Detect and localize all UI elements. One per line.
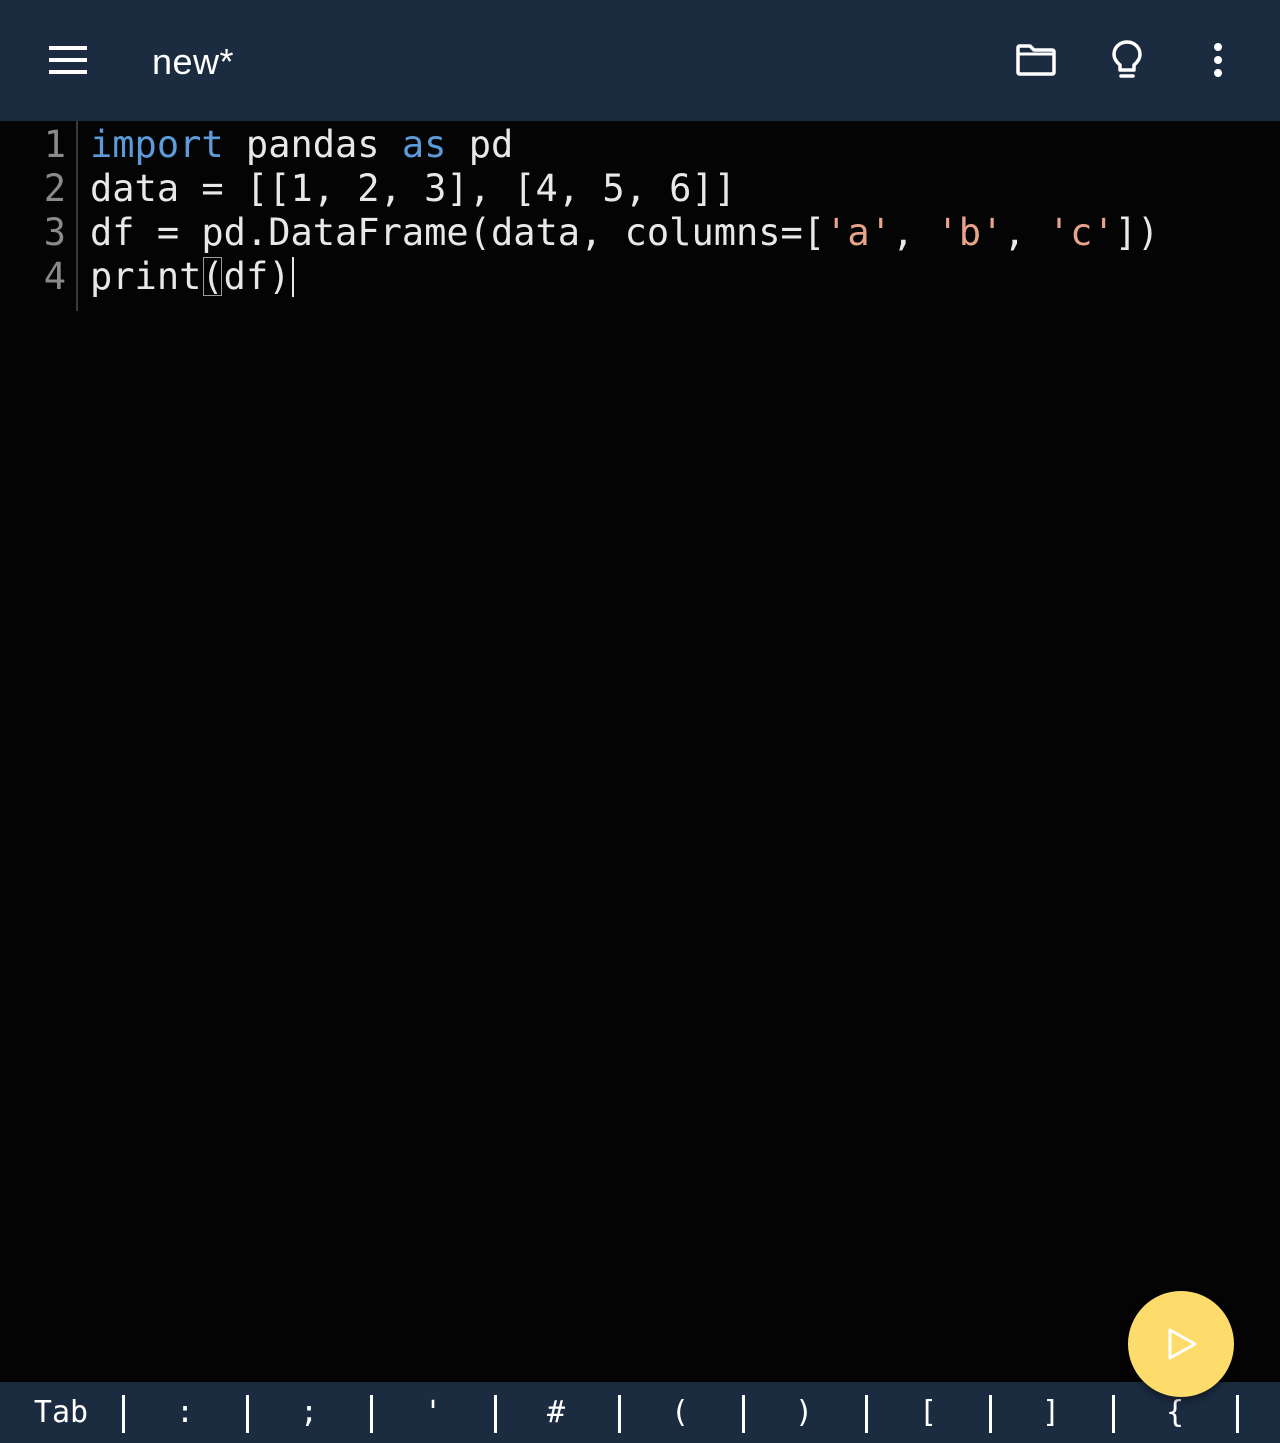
line-number: 1: [43, 123, 66, 166]
run-button[interactable]: [1128, 1291, 1234, 1397]
symbol-key[interactable]: (: [630, 1382, 730, 1443]
key-separator: [122, 1395, 125, 1433]
code-token: ,: [891, 211, 937, 254]
symbol-key[interactable]: ): [754, 1382, 854, 1443]
hamburger-menu-icon: [49, 46, 87, 74]
code-editor[interactable]: 1234 import pandas as pd data = [[1, 2, 3…: [0, 121, 1280, 1382]
string-token: 'c': [1047, 211, 1115, 254]
keyword-token: import: [90, 123, 224, 166]
symbol-key[interactable]: ;: [259, 1382, 359, 1443]
key-separator: [618, 1395, 621, 1433]
more-options-button[interactable]: [1190, 32, 1246, 88]
matched-bracket: (: [201, 255, 224, 298]
key-separator: [1112, 1395, 1115, 1433]
code-token: ]): [1114, 211, 1160, 254]
key-separator: [246, 1395, 249, 1433]
line-number: 3: [43, 211, 66, 254]
code-line[interactable]: data = [[1, 2, 3], [4, 5, 6]]: [90, 167, 736, 211]
code-token: pandas: [223, 123, 402, 166]
code-line[interactable]: print(df): [90, 255, 294, 299]
line-number-gutter: 1234: [0, 121, 78, 311]
more-vert-icon: [1214, 43, 1222, 77]
key-separator: [742, 1395, 745, 1433]
line-number: 4: [43, 255, 66, 298]
menu-button[interactable]: [40, 32, 96, 88]
code-line[interactable]: import pandas as pd: [90, 123, 513, 167]
key-separator: [1236, 1395, 1239, 1433]
tab-key[interactable]: Tab: [11, 1382, 111, 1443]
lightbulb-icon: [1112, 40, 1142, 78]
symbol-key[interactable]: [: [878, 1382, 978, 1443]
code-token: df = pd.DataFrame(data, columns=[: [90, 211, 826, 254]
text-cursor: [291, 257, 294, 297]
play-icon: [1168, 1328, 1197, 1360]
key-separator: [989, 1395, 992, 1433]
folder-icon: [1016, 44, 1056, 76]
key-separator: [370, 1395, 373, 1433]
code-token: ,: [1003, 211, 1048, 254]
string-token: 'b': [936, 211, 1004, 254]
code-line[interactable]: df = pd.DataFrame(data, columns=['a', 'b…: [90, 211, 1159, 255]
open-folder-button[interactable]: [1008, 32, 1064, 88]
symbol-key[interactable]: ': [383, 1382, 483, 1443]
symbol-key[interactable]: ]: [1001, 1382, 1101, 1443]
code-token: data = [[1, 2, 3], [4, 5, 6]]: [90, 167, 737, 210]
code-token: df): [223, 255, 291, 298]
code-token: pd: [446, 123, 514, 166]
symbol-key[interactable]: :: [135, 1382, 235, 1443]
symbol-toolbar: Tab:; ' #()[]{: [0, 1382, 1280, 1443]
keyword-token: as: [401, 123, 447, 166]
hint-button[interactable]: [1099, 32, 1155, 88]
key-separator: [865, 1395, 868, 1433]
line-number: 2: [43, 167, 66, 210]
code-token: print: [90, 255, 202, 298]
file-title: new*: [152, 41, 235, 82]
string-token: 'a': [825, 211, 892, 254]
key-separator: [494, 1395, 497, 1433]
app-bar: new*: [0, 0, 1280, 121]
symbol-key[interactable]: #: [506, 1382, 606, 1443]
